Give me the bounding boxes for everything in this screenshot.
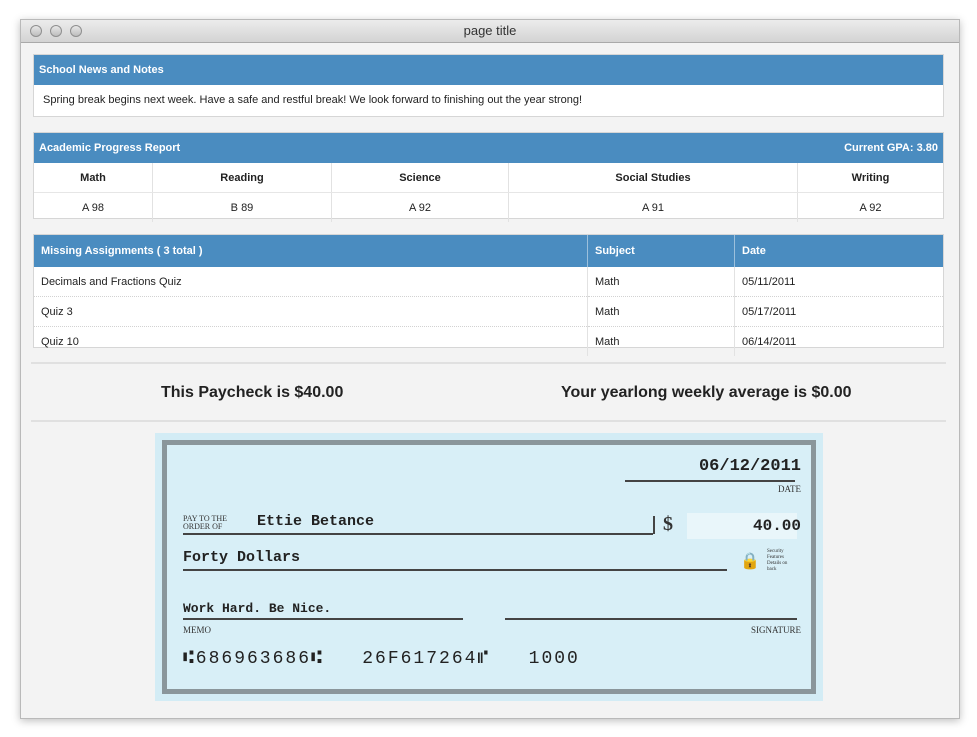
pay-to-label-line2: ORDER OF	[183, 522, 223, 531]
table-row: Quiz 10 Math 06/14/2011	[34, 326, 943, 356]
assignment-subject: Math	[587, 296, 735, 327]
paycheck-image: 06/12/2011 DATE PAY TO THE ORDER OF Etti…	[155, 433, 823, 701]
progress-report-title: Academic Progress Report	[39, 142, 181, 154]
subject-header: Writing	[797, 163, 943, 193]
assignment-subject: Math	[587, 267, 735, 297]
missing-assignments-table: Missing Assignments ( 3 total ) Subject …	[34, 235, 943, 356]
memo-label: MEMO	[183, 625, 212, 635]
table-row: Quiz 3 Math 05/17/2011	[34, 296, 943, 327]
date-line	[625, 480, 795, 482]
school-news-panel: School News and Notes Spring break begin…	[33, 54, 944, 117]
lock-icon: 🔒	[740, 553, 760, 570]
window-title: page title	[463, 23, 517, 38]
title-bar: page title	[21, 20, 959, 43]
grade-value: B 89	[152, 192, 332, 222]
this-paycheck-text: This Paycheck is $40.00	[161, 384, 344, 401]
subject-header: Math	[34, 163, 153, 193]
pay-to-label: PAY TO THE ORDER OF	[183, 515, 227, 531]
assignment-date: 06/14/2011	[742, 335, 797, 348]
assignment-name: Quiz 10	[34, 326, 588, 356]
date-label: DATE	[778, 484, 801, 494]
amount-value: 40.00	[752, 517, 801, 535]
check-date: 06/12/2011	[698, 457, 801, 476]
signature-line	[505, 618, 797, 620]
security-note-line: back	[767, 567, 777, 572]
missing-assignments-panel: Missing Assignments ( 3 total ) Subject …	[33, 234, 944, 356]
micr-line: ⑆686963686⑆ 26F617264⑈ 1000	[183, 649, 580, 669]
written-amount-line	[183, 569, 727, 571]
progress-report-header: Academic Progress Report Current GPA: 3.…	[34, 133, 943, 163]
subject-header: Social Studies	[508, 163, 798, 193]
current-gpa: Current GPA: 3.80	[844, 142, 938, 154]
signature-label: SIGNATURE	[750, 625, 801, 635]
date-column-header: Date	[734, 235, 943, 267]
payee-line-end	[653, 516, 655, 534]
dollar-sign: $	[663, 513, 673, 535]
subject-header: Reading	[152, 163, 332, 193]
subject-column-header: Subject	[587, 235, 735, 267]
grade-value: A 91	[508, 192, 798, 222]
divider	[31, 362, 946, 364]
assignment-name: Decimals and Fractions Quiz	[34, 267, 588, 297]
written-amount: Forty Dollars	[183, 549, 301, 566]
security-features-note: Security Features Details on back	[767, 549, 787, 573]
assignment-date: 05/11/2011	[734, 267, 943, 297]
school-news-body: Spring break begins next week. Have a sa…	[43, 94, 583, 106]
table-row: Decimals and Fractions Quiz Math 05/11/2…	[34, 267, 943, 297]
school-news-header: School News and Notes	[34, 55, 943, 85]
assignment-name: Quiz 3	[34, 296, 588, 327]
payee-line	[183, 533, 653, 535]
assignment-date: 05/17/2011	[734, 296, 943, 327]
grades-table: Math Reading Science Social Studies Writ…	[34, 163, 943, 222]
check-border: 06/12/2011 DATE PAY TO THE ORDER OF Etti…	[162, 440, 816, 694]
divider	[31, 420, 946, 422]
payee-name: Ettie Betance	[257, 513, 375, 530]
subject-header: Science	[331, 163, 509, 193]
progress-report-panel: Academic Progress Report Current GPA: 3.…	[33, 132, 944, 222]
grade-value: A 92	[859, 201, 882, 214]
grade-value: A 92	[331, 192, 509, 222]
missing-assignments-header: Missing Assignments ( 3 total )	[34, 235, 588, 267]
assignment-subject: Math	[587, 326, 735, 356]
grade-value: A 98	[34, 192, 153, 222]
memo-line	[183, 618, 463, 620]
browser-window: page title School News and Notes Spring …	[20, 19, 960, 719]
weekly-average-text: Your yearlong weekly average is $0.00	[561, 384, 852, 401]
memo-text: Work Hard. Be Nice.	[183, 601, 332, 616]
